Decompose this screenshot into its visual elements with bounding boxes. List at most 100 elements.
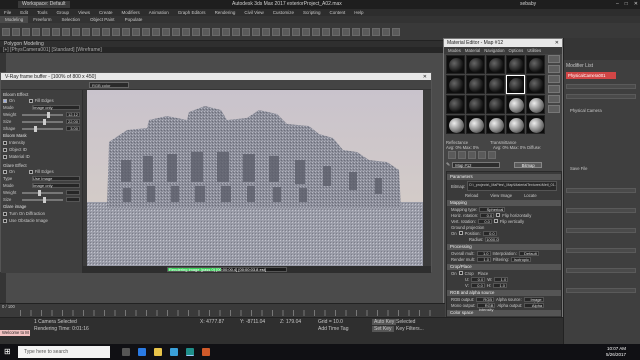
toolbar-tool-icon[interactable]: [282, 27, 290, 36]
material-slot[interactable]: [466, 95, 485, 114]
modifier-list[interactable]: Modifier List: [566, 63, 593, 69]
slider-knob[interactable]: [42, 196, 46, 203]
toolbar-tool-icon[interactable]: [392, 27, 400, 36]
v-input[interactable]: 0.0: [470, 282, 485, 288]
selected-object-name[interactable]: PhysicalCamera001: [566, 72, 616, 79]
menu-item[interactable]: Customize: [273, 9, 294, 16]
material-slot[interactable]: [446, 95, 465, 114]
toolbar-tool-icon[interactable]: [312, 27, 320, 36]
toolbar-tool-icon[interactable]: [142, 27, 150, 36]
rgb-output-select[interactable]: RGB color: [476, 296, 495, 305]
material-slot[interactable]: [526, 55, 545, 74]
channel-select[interactable]: RGB color: [89, 81, 129, 88]
material-slot[interactable]: [506, 95, 525, 114]
ribbon-tab[interactable]: Object Paint: [85, 16, 120, 23]
lens-effect-checkbox[interactable]: [3, 147, 7, 152]
menu-item[interactable]: File: [4, 9, 11, 16]
toolbar-tool-icon[interactable]: [252, 27, 260, 36]
gp-on-checkbox[interactable]: [458, 231, 463, 235]
ribbon-tab[interactable]: Populate: [120, 16, 148, 23]
mono-output-select[interactable]: RGB intensity: [477, 302, 496, 311]
flip-v-checkbox[interactable]: [493, 219, 498, 223]
go-to-parent-icon[interactable]: [488, 151, 496, 159]
ribbon-tab[interactable]: Selection: [57, 16, 86, 23]
maxscript-listener[interactable]: Welcome to M: [0, 330, 30, 336]
toolbar-tool-icon[interactable]: [352, 27, 360, 36]
lens-effect-slider[interactable]: [22, 111, 63, 118]
uv-tiling-button[interactable]: [548, 85, 560, 93]
place-radio[interactable]: Place: [478, 271, 488, 276]
menu-item[interactable]: Rendering: [215, 9, 236, 16]
toolbar-tool-icon[interactable]: [192, 27, 200, 36]
material-slot[interactable]: [446, 75, 465, 94]
lens-effect-select[interactable]: Use Image: [32, 176, 80, 181]
set-key-button[interactable]: Set Key: [372, 326, 394, 332]
frame-buffer-close-icon[interactable]: ✕: [423, 74, 427, 80]
h-input[interactable]: 1.0: [493, 282, 507, 288]
3dsmax-icon[interactable]: [186, 348, 194, 356]
material-slot[interactable]: [506, 75, 525, 94]
toolbar-tool-icon[interactable]: [172, 27, 180, 36]
menu-item[interactable]: Create: [99, 9, 113, 16]
slider-knob[interactable]: [42, 118, 46, 125]
material-slot[interactable]: [466, 75, 485, 94]
video-check-button[interactable]: [548, 95, 560, 103]
material-editor-close-icon[interactable]: ✕: [555, 40, 559, 46]
menu-item[interactable]: Help: [354, 9, 363, 16]
menu-item[interactable]: Modifiers: [122, 9, 140, 16]
slider-knob[interactable]: [34, 125, 38, 132]
timeline[interactable]: 0 / 100: [0, 303, 445, 317]
toolbar-tool-icon[interactable]: [42, 27, 50, 36]
toolbar-tool-icon[interactable]: [332, 27, 340, 36]
toolbar-tool-icon[interactable]: [262, 27, 270, 36]
material-editor-menu-item[interactable]: Material: [465, 47, 480, 54]
menu-item[interactable]: Content: [330, 9, 346, 16]
minimize-icon[interactable]: –: [616, 1, 619, 7]
material-editor-menu-item[interactable]: Navigation: [484, 47, 504, 54]
frame-counter[interactable]: 0 / 100: [2, 304, 15, 309]
cmd-item-3[interactable]: [566, 188, 636, 193]
menu-item[interactable]: Tools: [37, 9, 48, 16]
y-coordinate[interactable]: Y: -8711.04: [240, 319, 265, 325]
lens-effect-value[interactable]: 12.12: [66, 112, 80, 117]
lens-effect-slider[interactable]: [22, 125, 63, 132]
material-slot[interactable]: [446, 55, 465, 74]
toolbar-tool-icon[interactable]: [292, 27, 300, 36]
slider-knob[interactable]: [38, 189, 42, 196]
crop-on-checkbox[interactable]: [458, 271, 463, 275]
view-image-button[interactable]: View Image: [490, 193, 512, 198]
material-slot[interactable]: [526, 115, 545, 134]
cmd-item-8[interactable]: [566, 288, 636, 293]
flip-h-checkbox[interactable]: [496, 213, 501, 217]
material-slot[interactable]: [486, 115, 505, 134]
toolbar-tool-icon[interactable]: [372, 27, 380, 36]
material-slot[interactable]: [506, 115, 525, 134]
radius-input[interactable]: 1000.0: [485, 236, 500, 242]
material-slot[interactable]: [506, 55, 525, 74]
taskbar-search[interactable]: Type here to search: [18, 346, 110, 358]
lens-effect-slider[interactable]: [22, 196, 63, 203]
auto-key-button[interactable]: Auto Key: [372, 319, 397, 325]
w-input[interactable]: 1.0: [494, 276, 509, 282]
x-coordinate[interactable]: X: 4777.87: [200, 319, 224, 325]
alpha-output-select[interactable]: Alpha: [524, 302, 545, 308]
material-slot[interactable]: [486, 55, 505, 74]
show-in-viewport-icon[interactable]: [478, 151, 486, 159]
eyedropper-icon[interactable]: ✎: [446, 162, 450, 168]
lens-effect-checkbox[interactable]: [3, 154, 7, 159]
toolbar-tool-icon[interactable]: [102, 27, 110, 36]
lens-effect-slider[interactable]: [22, 118, 63, 125]
toolbar-tool-icon[interactable]: [322, 27, 330, 36]
toolbar-tool-icon[interactable]: [72, 27, 80, 36]
lens-effect-value[interactable]: [66, 197, 80, 202]
lens-effect-checkbox[interactable]: [3, 211, 7, 216]
file-explorer-icon[interactable]: [154, 348, 162, 356]
options-button[interactable]: [548, 105, 560, 113]
key-filters-button[interactable]: Key Filters...: [396, 326, 424, 332]
cmd-item-1[interactable]: [566, 84, 636, 89]
toolbar-tool-icon[interactable]: [242, 27, 250, 36]
material-editor-menu-item[interactable]: Modes: [448, 47, 461, 54]
lens-effect-value[interactable]: 3.00: [66, 126, 80, 131]
material-slot[interactable]: [486, 95, 505, 114]
menu-item[interactable]: Views: [78, 9, 90, 16]
